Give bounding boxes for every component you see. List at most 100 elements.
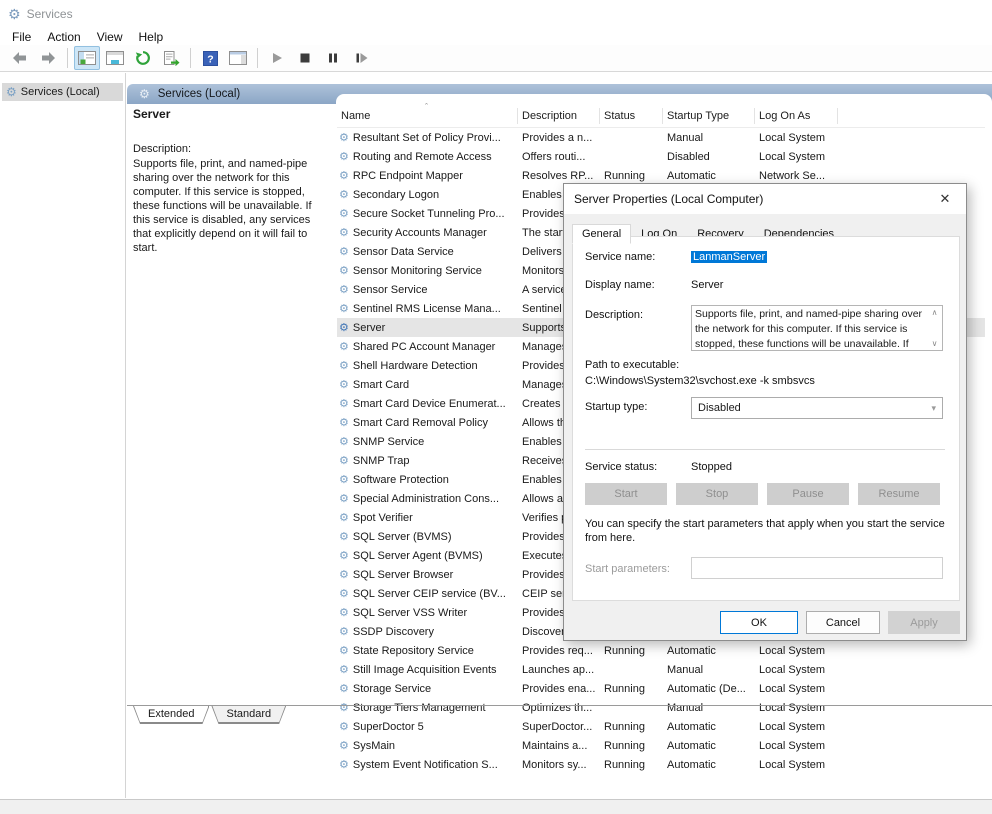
service-gear-icon: ⚙ bbox=[339, 302, 349, 315]
service-name-value: LanmanServer bbox=[691, 251, 767, 263]
startup-type-label: Startup type: bbox=[585, 401, 647, 413]
table-row[interactable]: ⚙SysMain Maintains a... Running Automati… bbox=[337, 736, 985, 755]
column-header-description[interactable]: Description bbox=[518, 108, 600, 124]
view-tab-standard[interactable]: Standard bbox=[211, 706, 286, 724]
service-name: Special Administration Cons... bbox=[353, 493, 499, 505]
service-name: Security Accounts Manager bbox=[353, 227, 487, 239]
window-properties-icon[interactable] bbox=[102, 46, 128, 70]
apply-button[interactable]: Apply bbox=[888, 611, 960, 634]
service-logon-as: Local Syst... bbox=[755, 778, 838, 779]
service-gear-icon: ⚙ bbox=[339, 568, 349, 581]
dialog-footer: OK Cancel Apply bbox=[564, 601, 966, 642]
menu-file[interactable]: File bbox=[4, 29, 39, 45]
stop-service-icon[interactable] bbox=[292, 46, 318, 70]
description-label: Description: bbox=[133, 143, 329, 155]
start-button[interactable]: Start bbox=[585, 483, 667, 505]
service-name: Sensor Data Service bbox=[353, 246, 454, 258]
dialog-description-text: Supports file, print, and named-pipe sha… bbox=[692, 306, 942, 351]
service-name: SQL Server CEIP service (BV... bbox=[353, 588, 506, 600]
service-gear-icon: ⚙ bbox=[339, 492, 349, 505]
service-gear-icon: ⚙ bbox=[339, 378, 349, 391]
service-gear-icon: ⚙ bbox=[339, 511, 349, 524]
service-logon-as: Local System bbox=[755, 132, 838, 144]
toolbar-separator bbox=[257, 48, 258, 68]
console-tree-icon[interactable] bbox=[74, 46, 100, 70]
service-status: Running bbox=[600, 645, 663, 657]
menu-action[interactable]: Action bbox=[39, 29, 88, 45]
view-tab-extended[interactable]: Extended bbox=[133, 706, 209, 724]
help-icon[interactable]: ? bbox=[197, 46, 223, 70]
dialog-description-box[interactable]: Supports file, print, and named-pipe sha… bbox=[691, 305, 943, 351]
service-gear-icon: ⚙ bbox=[339, 226, 349, 239]
table-row[interactable]: ⚙Storage Service Provides ena... Running… bbox=[337, 679, 985, 698]
service-name: SQL Server Browser bbox=[353, 569, 453, 581]
ok-button[interactable]: OK bbox=[720, 611, 798, 634]
refresh-icon[interactable] bbox=[130, 46, 156, 70]
service-startup-type: Automatic bbox=[663, 759, 755, 771]
cancel-button[interactable]: Cancel bbox=[806, 611, 880, 634]
service-description: Provides req... bbox=[518, 645, 600, 657]
forward-icon[interactable] bbox=[35, 46, 61, 70]
service-startup-type: Automatic (Tri... bbox=[663, 778, 755, 779]
table-row[interactable]: ⚙State Repository Service Provides req..… bbox=[337, 641, 985, 660]
pause-service-icon[interactable] bbox=[320, 46, 346, 70]
table-row[interactable]: ⚙Routing and Remote Access Offers routi.… bbox=[337, 147, 985, 166]
menu-view[interactable]: View bbox=[89, 29, 131, 45]
scroll-down-icon[interactable]: ∨ bbox=[932, 339, 938, 348]
menu-help[interactable]: Help bbox=[131, 29, 172, 45]
resume-button[interactable]: Resume bbox=[858, 483, 940, 505]
svg-text:?: ? bbox=[207, 53, 213, 65]
scroll-up-icon[interactable]: ∧ bbox=[932, 308, 938, 317]
service-gear-icon: ⚙ bbox=[339, 606, 349, 619]
services-window: ⚙ Services FileActionViewHelp ? ⚙ Servic… bbox=[0, 0, 992, 814]
service-name: SysMain bbox=[353, 740, 395, 752]
close-icon[interactable]: ✕ bbox=[936, 191, 954, 207]
service-name: RPC Endpoint Mapper bbox=[353, 170, 463, 182]
start-parameters-input[interactable] bbox=[691, 557, 943, 579]
column-header-startup-type[interactable]: Startup Type bbox=[663, 108, 755, 124]
export-list-icon[interactable] bbox=[158, 46, 184, 70]
service-startup-type: Automatic (De... bbox=[663, 683, 755, 695]
service-gear-icon: ⚙ bbox=[339, 758, 349, 771]
service-gear-icon: ⚙ bbox=[339, 549, 349, 562]
service-gear-icon: ⚙ bbox=[339, 359, 349, 372]
table-row[interactable]: ⚙System Event Notification S... Monitors… bbox=[337, 755, 985, 774]
dialog-description-label: Description: bbox=[585, 309, 643, 321]
service-gear-icon: ⚙ bbox=[339, 682, 349, 695]
service-logon-as: Local System bbox=[755, 740, 838, 752]
display-name-value: Server bbox=[691, 279, 723, 291]
start-service-icon[interactable] bbox=[264, 46, 290, 70]
pause-button[interactable]: Pause bbox=[767, 483, 849, 505]
description-scrollbar[interactable]: ∧ ∨ bbox=[928, 306, 941, 350]
service-description: Offers routi... bbox=[518, 151, 600, 163]
service-startup-type: Automatic bbox=[663, 645, 755, 657]
column-header-log-on-as[interactable]: Log On As bbox=[755, 108, 838, 124]
tab-general[interactable]: General bbox=[572, 224, 631, 244]
table-row[interactable]: ⚙System Events Broker Coordinat... Runni… bbox=[337, 774, 985, 778]
service-startup-type: Disabled bbox=[663, 151, 755, 163]
column-header-status[interactable]: Status bbox=[600, 108, 663, 124]
app-gear-icon: ⚙ bbox=[8, 6, 21, 23]
services-gear-icon: ⚙ bbox=[6, 85, 17, 99]
service-name: Sensor Service bbox=[353, 284, 428, 296]
service-name: Secure Socket Tunneling Pro... bbox=[353, 208, 505, 220]
table-row[interactable]: ⚙Resultant Set of Policy Provi... Provid… bbox=[337, 128, 985, 147]
action-pane-icon[interactable] bbox=[225, 46, 251, 70]
service-logon-as: Local System bbox=[755, 645, 838, 657]
start-parameters-label: Start parameters: bbox=[585, 563, 670, 575]
service-name: Spot Verifier bbox=[353, 512, 413, 524]
restart-service-icon[interactable] bbox=[348, 46, 374, 70]
extended-info-pane: Server Description: Supports file, print… bbox=[133, 107, 329, 255]
tree-item-services-local[interactable]: ⚙ Services (Local) bbox=[2, 83, 123, 101]
service-name: Software Protection bbox=[353, 474, 449, 486]
table-row[interactable]: ⚙Still Image Acquisition Events Launches… bbox=[337, 660, 985, 679]
band-gear-icon: ⚙ bbox=[139, 87, 150, 101]
path-label: Path to executable: bbox=[585, 359, 679, 371]
service-logon-as: Network Se... bbox=[755, 170, 838, 182]
stop-button[interactable]: Stop bbox=[676, 483, 758, 505]
service-status: Running bbox=[600, 759, 663, 771]
startup-type-select[interactable]: Disabled ▾ bbox=[691, 397, 943, 419]
service-gear-icon: ⚙ bbox=[339, 169, 349, 182]
back-icon[interactable] bbox=[7, 46, 33, 70]
display-name-label: Display name: bbox=[585, 279, 655, 291]
